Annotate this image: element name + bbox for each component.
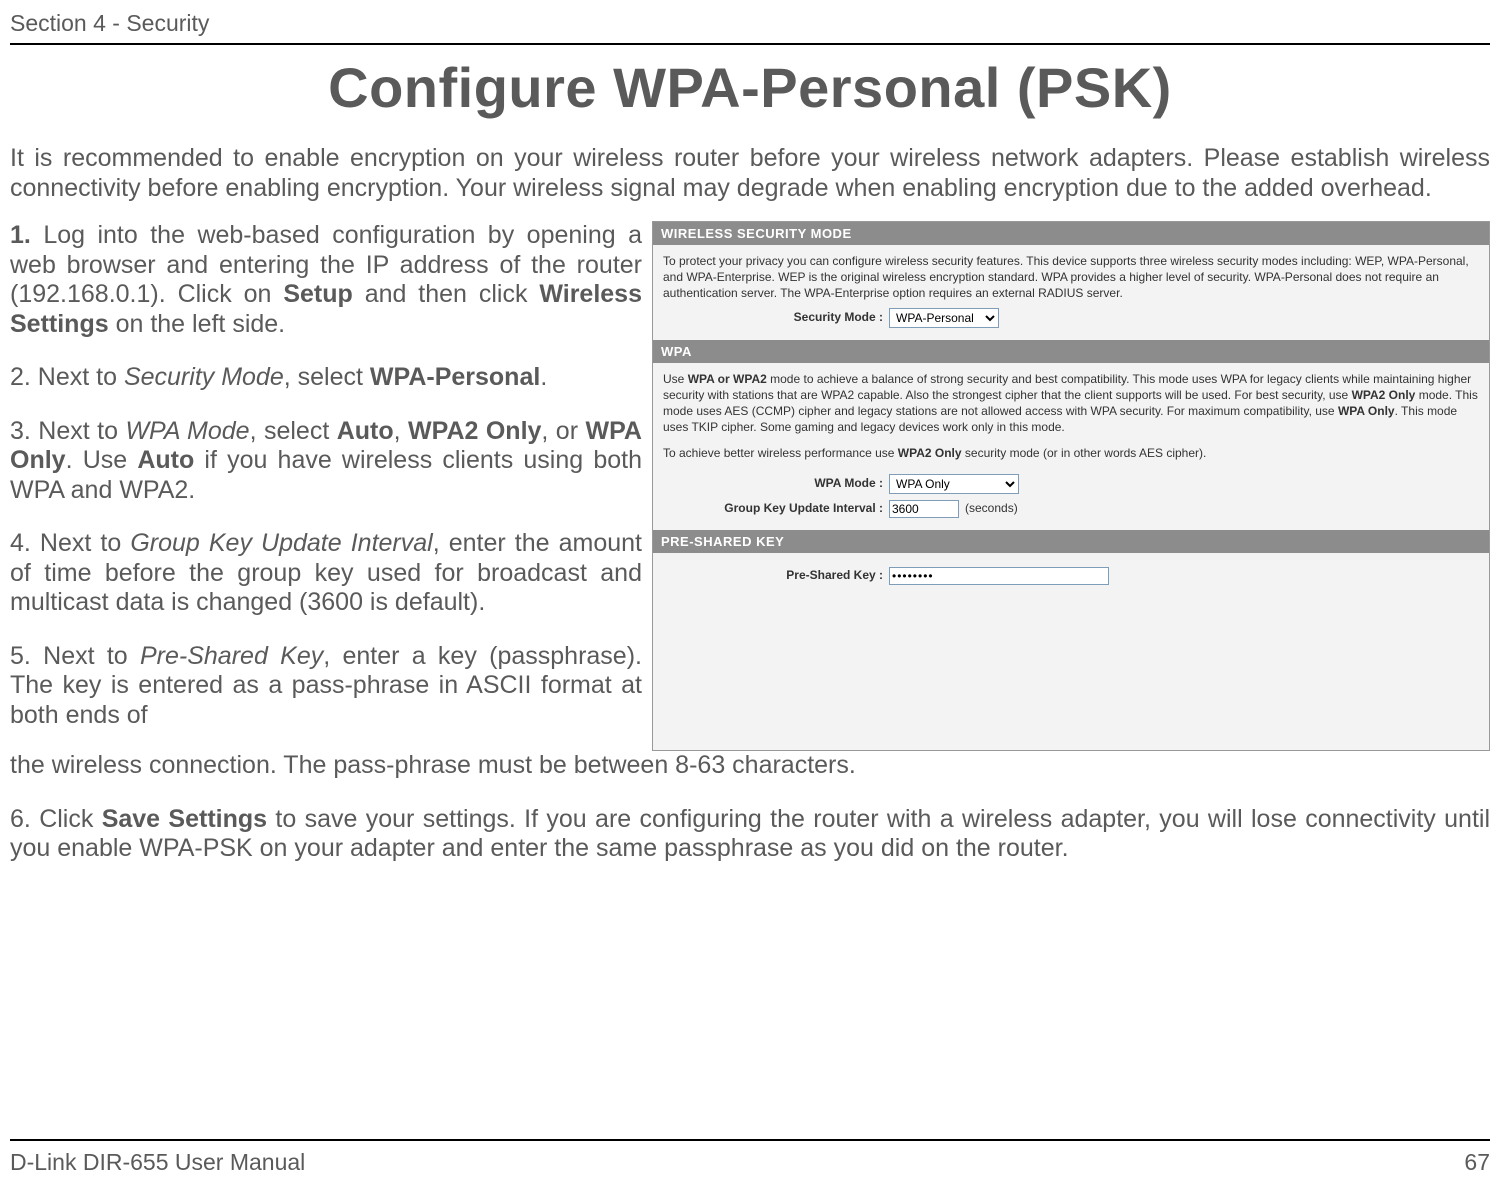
footer-rule [10,1139,1490,1141]
step-5-text-a: 5. Next to [10,642,140,670]
wpa-desc2: To achieve better wireless performance u… [663,445,1479,461]
psk-header: PRE-SHARED KEY [653,530,1489,553]
step-6: 6. Click Save Settings to save your sett… [10,805,1490,864]
step-1-number: 1. [10,221,31,249]
security-mode-select[interactable]: WPA-Personal [889,308,999,328]
wsm-header: WIRELESS SECURITY MODE [653,222,1489,245]
step-2-text-a: 2. Next to [10,363,124,391]
step-3-auto: Auto [337,417,394,445]
gkui-label: Group Key Update Interval : [663,500,889,516]
step-4-gkui: Group Key Update Interval [130,529,432,557]
step-3-wpa2only: WPA2 Only [408,417,541,445]
footer-page-number: 67 [1464,1149,1490,1176]
security-mode-label: Security Mode : [663,309,889,325]
step-1-text-c: and then click [353,280,540,308]
step-1: 1. Log into the web-based configuration … [10,221,642,339]
step-5-partial: 5. Next to Pre-Shared Key, enter a key (… [10,642,642,731]
wsm-desc: To protect your privacy you can configur… [663,253,1479,302]
step-3-text-g: , or [541,417,585,445]
section-header: Section 4 - Security [10,10,1490,43]
gkui-unit: (seconds) [965,500,1018,516]
step-6-text-a: 6. Click [10,805,102,833]
psk-body: Pre-Shared Key : [653,553,1489,597]
step-2-wpa-personal: WPA-Personal [370,363,540,391]
step-3: 3. Next to WPA Mode, select Auto, WPA2 O… [10,417,642,506]
gkui-input[interactable] [889,500,959,518]
wpa-desc: Use WPA or WPA2 mode to achieve a balanc… [663,371,1479,436]
step-3-auto2: Auto [137,446,194,474]
step-2-text-e: . [540,363,547,391]
step-3-wpa-mode: WPA Mode [125,417,249,445]
wsm-body: To protect your privacy you can configur… [653,245,1489,340]
page-title: Configure WPA-Personal (PSK) [10,55,1490,120]
step-3-text-a: 3. Next to [10,417,125,445]
step-5-continued: the wireless connection. The pass-phrase… [10,751,1490,781]
wpa-header: WPA [653,340,1489,363]
step-2: 2. Next to Security Mode, select WPA-Per… [10,363,642,393]
step-2-security-mode: Security Mode [124,363,284,391]
wpa-mode-label: WPA Mode : [663,475,889,491]
step-3-text-c: , select [250,417,337,445]
header-rule [10,43,1490,45]
step-1-text-e: on the left side. [109,310,286,338]
psk-label: Pre-Shared Key : [663,567,889,583]
steps-column: 1. Log into the web-based configuration … [10,221,642,751]
footer-manual: D-Link DIR-655 User Manual [10,1149,305,1176]
step-4-text-a: 4. Next to [10,529,130,557]
step-4: 4. Next to Group Key Update Interval, en… [10,529,642,618]
step-3-text-e: , [394,417,408,445]
router-screenshot: WIRELESS SECURITY MODE To protect your p… [652,221,1490,751]
step-5-psk: Pre-Shared Key [140,642,323,670]
wpa-body: Use WPA or WPA2 mode to achieve a balanc… [653,363,1489,530]
step-1-setup: Setup [283,280,352,308]
psk-input[interactable] [889,567,1109,585]
wpa-mode-select[interactable]: WPA Only [889,474,1019,494]
step-3-text-i: . Use [66,446,138,474]
step-6-save-settings: Save Settings [102,805,267,833]
step-2-text-c: , select [284,363,370,391]
intro-paragraph: It is recommended to enable encryption o… [10,144,1490,203]
